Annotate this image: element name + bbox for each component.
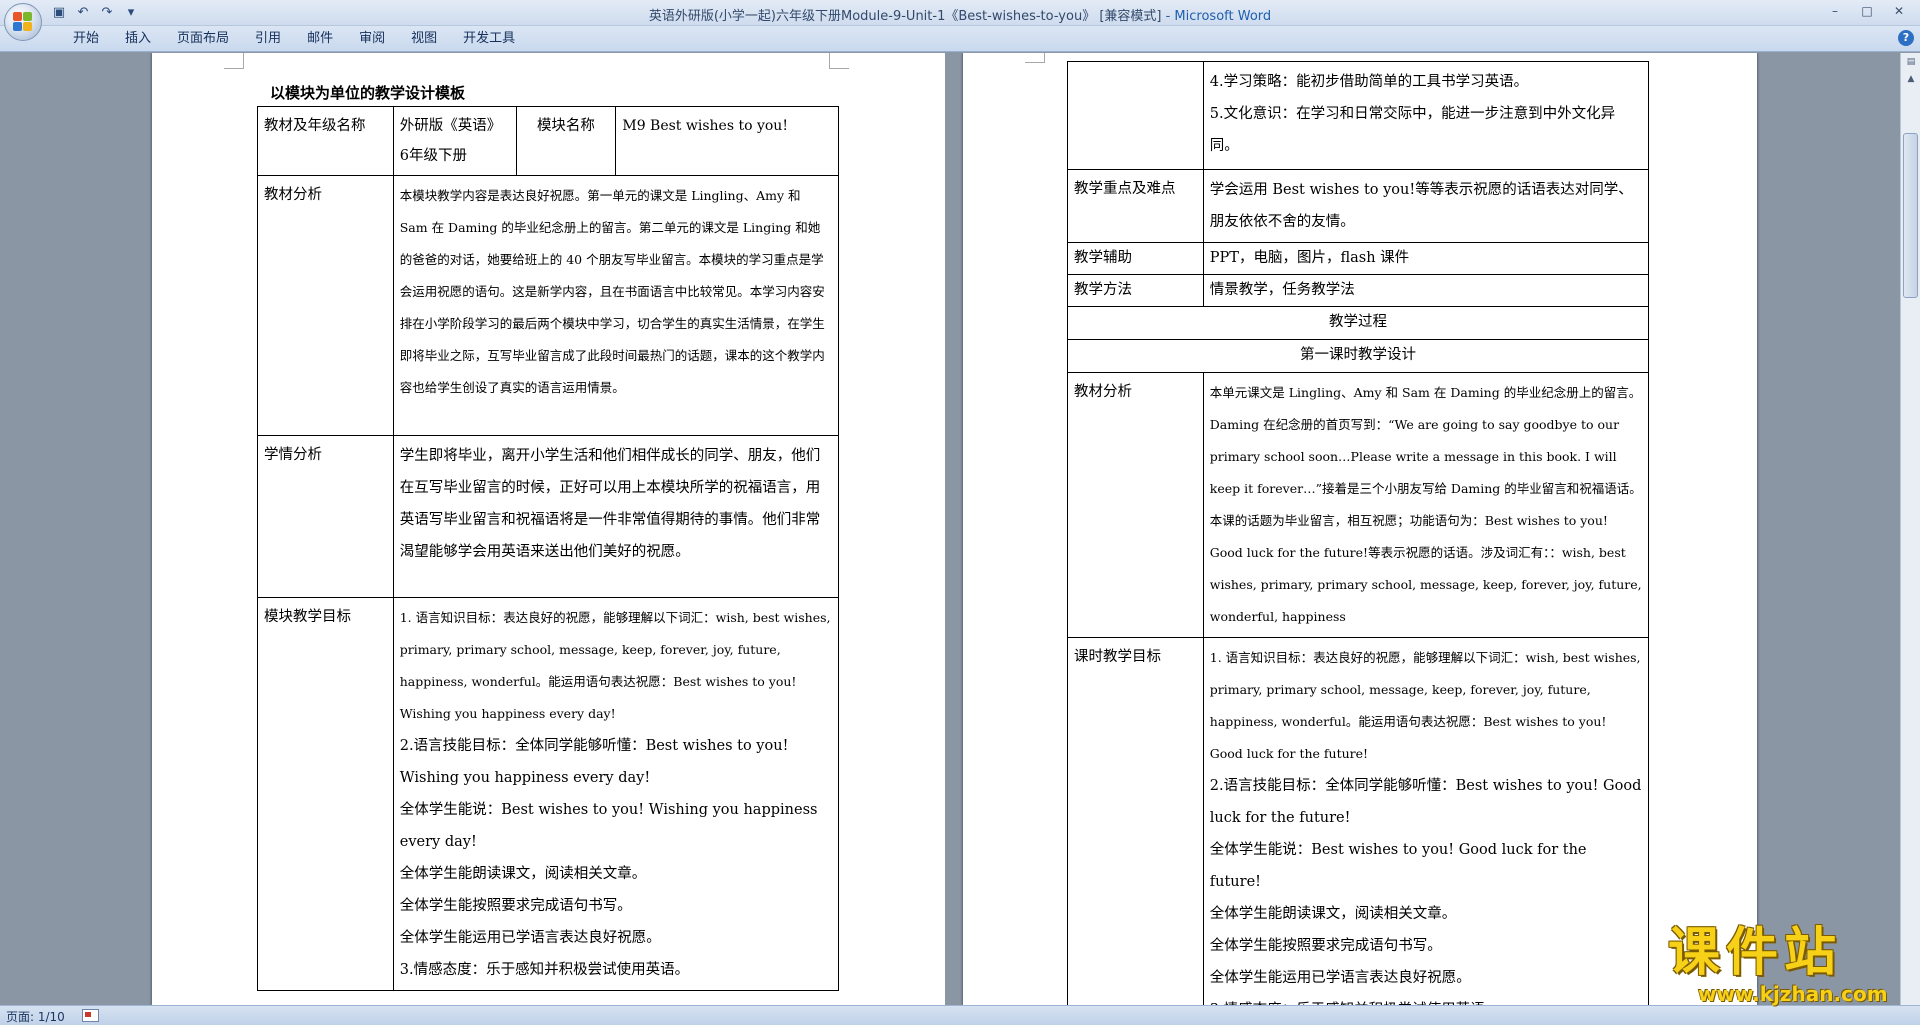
grade-name: 6年级下册 bbox=[399, 148, 467, 164]
tab-insert[interactable]: 插入 bbox=[112, 30, 164, 48]
watermark-cn: 课件站 bbox=[1668, 923, 1843, 983]
goal-paragraph: 2.语言技能目标：全体同学能够听懂：Best wishes to you! Go… bbox=[1209, 778, 1642, 826]
tab-developer[interactable]: 开发工具 bbox=[450, 30, 528, 48]
cell-label-learners: 学情分析 bbox=[257, 435, 394, 598]
table-row: 教材及年级名称 外研版《英语》 6年级下册 模块名称 M9 Best wishe… bbox=[257, 106, 839, 176]
table-row: 模块教学目标 1. 语言知识目标：表达良好的祝愿，能够理解以下词汇：wish, … bbox=[257, 597, 840, 991]
window-controls: – □ ✕ bbox=[1820, 2, 1914, 20]
ruler-toggle-icon[interactable]: ▤ bbox=[1902, 54, 1920, 70]
help-icon[interactable]: ? bbox=[1898, 30, 1914, 46]
goal-paragraph: 1. 语言知识目标：表达良好的祝愿，能够理解以下词汇：wish, best wi… bbox=[1209, 650, 1641, 761]
table-row: 4.学习策略：能初步借助简单的工具书学习英语。 5.文化意识：在学习和日常交际中… bbox=[1067, 61, 1650, 170]
goal-paragraph: 4.学习策略：能初步借助简单的工具书学习英语。 bbox=[1209, 74, 1529, 90]
goal-paragraph: 5.文化意识：在学习和日常交际中，能进一步注意到中外文化异同。 bbox=[1209, 106, 1616, 154]
ribbon: 开始 插入 页面布局 引用 邮件 审阅 视图 开发工具 ? bbox=[0, 26, 1920, 52]
scroll-thumb[interactable] bbox=[1903, 133, 1918, 298]
table-row: 第一课时教学设计 bbox=[1067, 339, 1649, 373]
heading-text: 以模块为单位的教学设计模板 bbox=[270, 84, 466, 102]
cell-keypoints-text: 学会运用 Best wishes to you!等等表示祝愿的话语表达对同学、朋… bbox=[1202, 169, 1650, 243]
cell-label-keypoints: 教学重点及难点 bbox=[1067, 169, 1204, 243]
cell-lesson-goals: 1. 语言知识目标：表达良好的祝愿，能够理解以下词汇：wish, best wi… bbox=[1202, 637, 1650, 1005]
proofing-icon[interactable] bbox=[82, 1009, 99, 1022]
window-title: 英语外研版(小学一起)六年级下册Module-9-Unit-1《Best-wis… bbox=[0, 5, 1920, 24]
cell-textbook-value: 外研版《英语》 6年级下册 bbox=[392, 106, 517, 176]
cell-label-methods: 教学方法 bbox=[1067, 274, 1204, 307]
cell-empty bbox=[1067, 61, 1204, 170]
watermark-url: www.kjzhan.com bbox=[1698, 982, 1888, 1006]
goal-paragraph: 2.语言技能目标：全体同学能够听懂：Best wishes to you! Wi… bbox=[399, 738, 789, 786]
table-row: 教学辅助 PPT，电脑，图片，flash 课件 bbox=[1067, 242, 1650, 275]
page-count[interactable]: 页面: 1/10 bbox=[6, 1008, 65, 1025]
cell-aids-text: PPT，电脑，图片，flash 课件 bbox=[1202, 242, 1650, 275]
document-heading: 以模块为单位的教学设计模板 bbox=[270, 82, 465, 103]
design-table-page2: 4.学习策略：能初步借助简单的工具书学习英语。 5.文化意识：在学习和日常交际中… bbox=[1067, 61, 1650, 1005]
cell-label-textbook: 教材及年级名称 bbox=[257, 106, 394, 176]
table-row: 教学重点及难点 学会运用 Best wishes to you!等等表示祝愿的话… bbox=[1067, 169, 1650, 243]
tab-mailings[interactable]: 邮件 bbox=[294, 30, 346, 48]
title-bar: ▣ ↶ ↷ ▾ 英语外研版(小学一起)六年级下册Module-9-Unit-1《… bbox=[0, 0, 1920, 41]
status-bar: 页面: 1/10 bbox=[0, 1005, 1920, 1025]
office-logo-icon bbox=[13, 12, 33, 32]
crop-mark bbox=[1025, 53, 1045, 63]
goal-paragraph: 全体学生能运用已学语言表达良好祝愿。 bbox=[399, 930, 661, 946]
cell-lesson-analysis-text: 本单元课文是 Lingling、Amy 和 Sam 在 Daming 的毕业纪念… bbox=[1202, 372, 1650, 638]
tab-page-layout[interactable]: 页面布局 bbox=[164, 30, 242, 48]
cell-label-module-goals: 模块教学目标 bbox=[257, 597, 394, 991]
page-gap bbox=[945, 53, 963, 1005]
ribbon-tabs: 开始 插入 页面布局 引用 邮件 审阅 视图 开发工具 bbox=[60, 30, 528, 48]
goal-paragraph: 3.情感态度：乐于感知并积极尝试使用英语。 bbox=[399, 962, 690, 978]
table-row: 课时教学目标 1. 语言知识目标：表达良好的祝愿，能够理解以下词汇：wish, … bbox=[1067, 637, 1650, 1005]
close-button[interactable]: ✕ bbox=[1884, 2, 1914, 20]
table-row: 学情分析 学生即将毕业，离开小学生活和他们相伴成长的同学、朋友，他们在互写毕业留… bbox=[257, 435, 840, 598]
minimize-button[interactable]: – bbox=[1820, 2, 1850, 20]
cell-label-module: 模块名称 bbox=[515, 106, 617, 176]
goal-paragraph: 1. 语言知识目标：表达良好的祝愿，能够理解以下词汇：wish, best wi… bbox=[399, 610, 831, 721]
cell-process-heading: 教学过程 bbox=[1067, 306, 1649, 340]
vertical-scrollbar[interactable]: ▤ ▲ bbox=[1900, 53, 1920, 1005]
cell-label-lesson-goals: 课时教学目标 bbox=[1067, 637, 1204, 1005]
textbook-name: 外研版《英语》 bbox=[399, 118, 502, 134]
design-table-page1: 教材及年级名称 外研版《英语》 6年级下册 模块名称 M9 Best wishe… bbox=[257, 106, 840, 991]
kjzhan-watermark: 课件站 www.kjzhan.com bbox=[1668, 923, 1908, 1006]
scroll-up-icon[interactable]: ▲ bbox=[1902, 71, 1920, 87]
table-row: 教材分析 本模块教学内容是表达良好祝愿。第一单元的课文是 Lingling、Am… bbox=[257, 175, 840, 436]
table-row: 教学过程 bbox=[1067, 306, 1649, 340]
goal-paragraph: 3.情感态度：乐于感知并积极尝试使用英语。 bbox=[1210, 994, 1642, 1005]
cell-lesson1-heading: 第一课时教学设计 bbox=[1067, 339, 1649, 373]
goal-paragraph: 全体学生能按照要求完成语句书写。 bbox=[399, 898, 632, 914]
crop-mark bbox=[224, 53, 244, 69]
tab-home[interactable]: 开始 bbox=[60, 30, 112, 48]
cell-label-analysis: 教材分析 bbox=[257, 175, 394, 436]
document-area[interactable]: 以模块为单位的教学设计模板 教材及年级名称 外研版《英语》 6年级下册 模块名称… bbox=[0, 53, 1900, 1005]
table-row: 教学方法 情景教学，任务教学法 bbox=[1067, 274, 1650, 307]
cell-label-lesson-analysis: 教材分析 bbox=[1067, 372, 1204, 638]
goal-paragraph: 全体学生能说：Best wishes to you! Wishing you h… bbox=[399, 802, 818, 850]
cell-learners-text: 学生即将毕业，离开小学生活和他们相伴成长的同学、朋友，他们在互写毕业留言的时候，… bbox=[392, 435, 840, 598]
cell-module-goals: 1. 语言知识目标：表达良好的祝愿，能够理解以下词汇：wish, best wi… bbox=[392, 597, 840, 991]
tab-view[interactable]: 视图 bbox=[398, 30, 450, 48]
app-name: - Microsoft Word bbox=[1165, 9, 1272, 24]
cell-module-value: M9 Best wishes to you! bbox=[615, 106, 839, 176]
cell-label-aids: 教学辅助 bbox=[1067, 242, 1204, 275]
cell-analysis-text: 本模块教学内容是表达良好祝愿。第一单元的课文是 Lingling、Amy 和 S… bbox=[392, 175, 840, 436]
cell-goals-continued: 4.学习策略：能初步借助简单的工具书学习英语。 5.文化意识：在学习和日常交际中… bbox=[1202, 61, 1650, 170]
goal-paragraph: 全体学生能运用已学语言表达良好祝愿。 bbox=[1209, 970, 1471, 986]
tab-references[interactable]: 引用 bbox=[242, 30, 294, 48]
table-row: 教材分析 本单元课文是 Lingling、Amy 和 Sam 在 Daming … bbox=[1067, 372, 1650, 638]
crop-mark bbox=[829, 53, 849, 69]
cell-methods-text: 情景教学，任务教学法 bbox=[1202, 274, 1650, 307]
maximize-button[interactable]: □ bbox=[1852, 2, 1882, 20]
office-button[interactable] bbox=[4, 3, 42, 41]
goal-paragraph: 全体学生能按照要求完成语句书写。 bbox=[1209, 938, 1442, 954]
document-title: 英语外研版(小学一起)六年级下册Module-9-Unit-1《Best-wis… bbox=[648, 9, 1162, 24]
goal-paragraph: 全体学生能说：Best wishes to you! Good luck for… bbox=[1209, 842, 1587, 890]
document-page-2[interactable]: 4.学习策略：能初步借助简单的工具书学习英语。 5.文化意识：在学习和日常交际中… bbox=[963, 53, 1757, 1005]
goal-paragraph: 全体学生能朗读课文，阅读相关文章。 bbox=[399, 866, 647, 882]
goal-paragraph: 全体学生能朗读课文，阅读相关文章。 bbox=[1209, 906, 1457, 922]
tab-review[interactable]: 审阅 bbox=[346, 30, 398, 48]
document-page-1[interactable]: 以模块为单位的教学设计模板 教材及年级名称 外研版《英语》 6年级下册 模块名称… bbox=[152, 53, 945, 1005]
